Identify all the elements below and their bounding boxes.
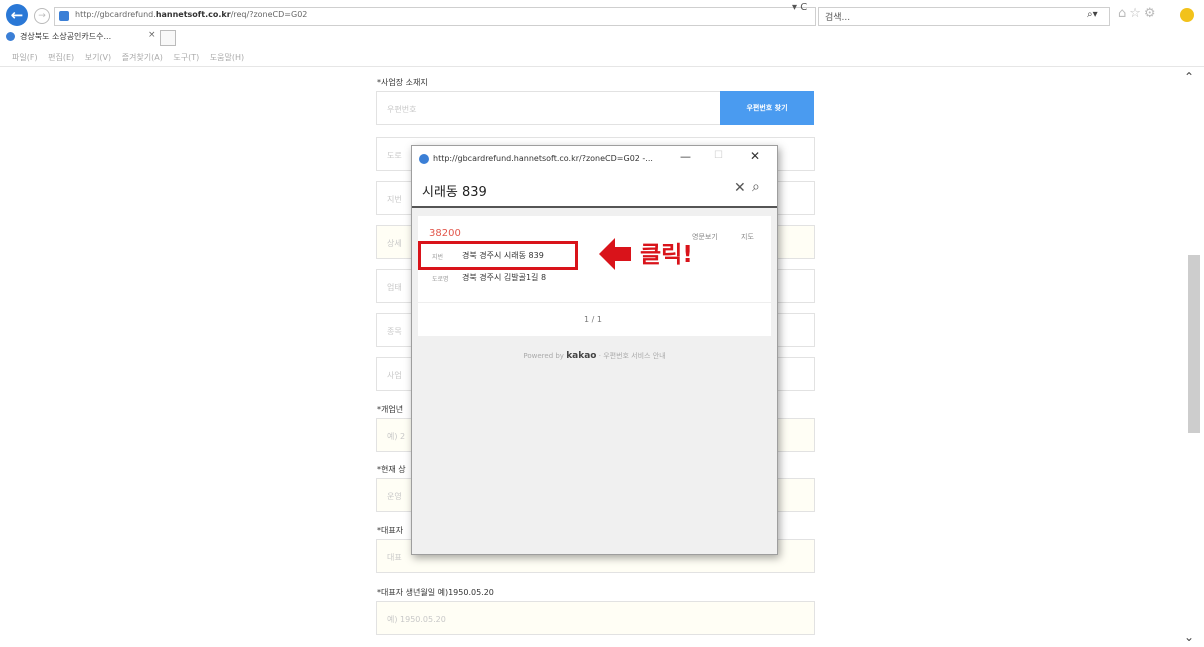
english-view-link[interactable]: 영문보기 xyxy=(692,232,718,242)
popup-url: http://gbcardrefund.hannetsoft.co.kr/?zo… xyxy=(433,154,653,163)
popup-footer: Powered by kakao · 우편번호 서비스 안내 xyxy=(412,351,777,361)
business-number-placeholder: 사업 xyxy=(387,371,402,380)
popup-search-bar[interactable]: 시래동 839 ✕ ⌕ xyxy=(412,172,777,208)
label-representative: *대표자 xyxy=(377,526,404,535)
label-current-status: *현재 상 xyxy=(377,465,406,474)
new-tab-button[interactable] xyxy=(160,30,176,46)
result-pagination: 1 / 1 xyxy=(584,315,602,324)
zip-search-button[interactable]: 우편번호 찾기 xyxy=(720,91,814,125)
footer-guide-link[interactable]: 우편번호 서비스 안내 xyxy=(603,352,665,360)
zip-code-input[interactable]: 우편번호 xyxy=(376,91,721,125)
map-link[interactable]: 지도 xyxy=(741,232,754,242)
address-bar[interactable]: http://gbcardrefund.hannetsoft.co.kr/req… xyxy=(54,7,816,26)
result-zip-code: 38200 xyxy=(429,228,461,239)
search-results: 38200 영문보기 지도 지번 경북 경주시 시래동 839 도로명 경북 경… xyxy=(418,216,771,336)
ie-page-icon xyxy=(59,11,69,21)
label-business-address: *사업장 소재지 xyxy=(377,78,428,87)
zip-search-popup: http://gbcardrefund.hannetsoft.co.kr/?zo… xyxy=(411,145,778,555)
menu-view[interactable]: 보기(V) xyxy=(85,53,111,62)
representative-placeholder: 대표 xyxy=(387,553,402,562)
search-icon[interactable]: ⌕▾ xyxy=(1087,9,1098,20)
maximize-icon[interactable]: ☐ xyxy=(714,150,723,161)
scroll-up-icon[interactable]: ⌃ xyxy=(1184,70,1194,84)
tab-close-icon[interactable]: × xyxy=(148,30,156,40)
menu-help[interactable]: 도움말(H) xyxy=(210,53,244,62)
popup-search-query[interactable]: 시래동 839 xyxy=(422,181,487,200)
road-address-placeholder: 도로 xyxy=(387,151,402,160)
result-tag-road: 도로명 xyxy=(432,276,449,283)
kakao-logo: kakao xyxy=(566,351,597,361)
tab-ie-icon xyxy=(6,32,15,41)
tab-title: 경상북도 소상공인카드수... xyxy=(20,32,112,41)
footer-powered: Powered by xyxy=(523,352,564,360)
home-icon[interactable]: ⌂ xyxy=(1118,6,1129,21)
favorites-star-icon[interactable]: ☆ xyxy=(1129,6,1144,21)
menu-tools[interactable]: 도구(T) xyxy=(173,53,199,62)
settings-gear-icon[interactable]: ⚙ xyxy=(1144,6,1159,21)
refresh-icon[interactable]: ▾ C xyxy=(792,2,807,13)
menu-bar: 파일(F) 편집(E) 보기(V) 즐겨찾기(A) 도구(T) 도움말(H) xyxy=(12,52,252,63)
scrollbar-thumb[interactable] xyxy=(1188,255,1200,433)
result-divider xyxy=(418,302,771,303)
address-url: http://gbcardrefund.hannetsoft.co.kr/req… xyxy=(75,10,308,19)
birth-date-input[interactable]: 예) 1950.05.20 xyxy=(376,601,815,635)
menu-edit[interactable]: 편집(E) xyxy=(48,53,74,62)
detail-address-placeholder: 상세 xyxy=(387,239,402,248)
result-address-road[interactable]: 경북 경주시 김발골1길 8 xyxy=(462,272,546,283)
browser-toolbar: ← → http://gbcardrefund.hannetsoft.co.kr… xyxy=(0,0,1204,67)
browser-search-input[interactable]: 검색... ⌕▾ xyxy=(818,7,1110,26)
browser-tab[interactable]: 경상북도 소상공인카드수... × xyxy=(2,28,160,46)
popup-ie-icon xyxy=(419,154,429,164)
menu-file[interactable]: 파일(F) xyxy=(12,53,38,62)
zip-placeholder: 우편번호 xyxy=(387,105,417,114)
label-birth-date: *대표자 생년월일 예)1950.05.20 xyxy=(377,588,494,597)
back-arrow-icon[interactable]: ← xyxy=(6,4,28,26)
business-type-placeholder: 업태 xyxy=(387,283,402,292)
minimize-icon[interactable]: — xyxy=(680,150,691,163)
popup-titlebar: http://gbcardrefund.hannetsoft.co.kr/?zo… xyxy=(412,146,777,172)
forward-arrow-icon[interactable]: → xyxy=(34,8,50,24)
clear-icon[interactable]: ✕ xyxy=(734,180,746,196)
feedback-smiley-icon[interactable] xyxy=(1180,8,1194,22)
scroll-down-icon[interactable]: ⌄ xyxy=(1184,630,1194,644)
current-status-placeholder: 운영 xyxy=(387,492,402,501)
close-icon[interactable]: ✕ xyxy=(750,149,760,163)
label-open-date: *개업년 xyxy=(377,405,404,414)
business-item-placeholder: 종목 xyxy=(387,327,402,336)
menu-favorites[interactable]: 즐겨찾기(A) xyxy=(122,53,163,62)
toolbar-icons[interactable]: ⌂☆⚙ xyxy=(1118,6,1159,21)
left-arrow-icon xyxy=(599,238,631,270)
jibun-address-placeholder: 지번 xyxy=(387,195,402,204)
highlight-box xyxy=(418,241,578,270)
click-annotation: 클릭! xyxy=(640,242,693,268)
birth-date-placeholder: 예) 1950.05.20 xyxy=(387,615,446,624)
search-icon[interactable]: ⌕ xyxy=(752,179,760,195)
browser-search-placeholder: 검색... xyxy=(825,13,851,23)
open-date-placeholder: 예) 2 xyxy=(387,432,406,441)
